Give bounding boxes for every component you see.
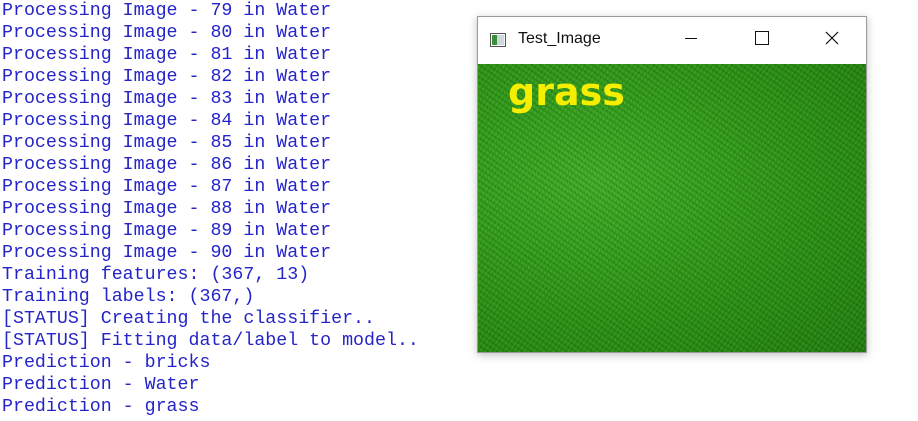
console-line: Processing Image - 81 in Water xyxy=(2,45,332,65)
window-title: Test_Image xyxy=(518,30,601,47)
console-line: Processing Image - 79 in Water xyxy=(2,1,332,21)
minimize-icon xyxy=(684,31,698,50)
close-icon xyxy=(825,31,839,50)
console-line: Processing Image - 82 in Water xyxy=(2,67,332,87)
maximize-icon xyxy=(755,30,769,50)
console-line: Processing Image - 88 in Water xyxy=(2,199,332,219)
grass-image: grass xyxy=(478,64,866,352)
console-line: Training features: (367, 13) xyxy=(2,265,310,285)
console-line: Prediction - Water xyxy=(2,375,200,395)
console-output: Processing Image - 79 in Water Processing… xyxy=(2,0,419,418)
close-button[interactable] xyxy=(809,17,855,63)
console-line: Processing Image - 80 in Water xyxy=(2,23,332,43)
console-line: Prediction - grass xyxy=(2,397,200,417)
console-line: Processing Image - 87 in Water xyxy=(2,177,332,197)
maximize-button[interactable] xyxy=(739,17,785,63)
console-line: [STATUS] Creating the classifier.. xyxy=(2,309,375,329)
test-image-window[interactable]: Test_Image grass xyxy=(477,16,867,353)
console-line: Processing Image - 84 in Water xyxy=(2,111,332,131)
prediction-overlay-label: grass xyxy=(508,70,625,114)
console-line: Training labels: (367,) xyxy=(2,287,255,307)
window-titlebar[interactable]: Test_Image xyxy=(478,17,866,64)
console-line: Processing Image - 86 in Water xyxy=(2,155,332,175)
console-line: Processing Image - 83 in Water xyxy=(2,89,332,109)
window-app-icon xyxy=(490,32,506,48)
console-line: Processing Image - 85 in Water xyxy=(2,133,332,153)
console-line: Processing Image - 90 in Water xyxy=(2,243,332,263)
console-line: Processing Image - 89 in Water xyxy=(2,221,332,241)
console-line: Prediction - bricks xyxy=(2,353,211,373)
console-line: [STATUS] Fitting data/label to model.. xyxy=(2,331,419,351)
minimize-button[interactable] xyxy=(668,17,714,63)
